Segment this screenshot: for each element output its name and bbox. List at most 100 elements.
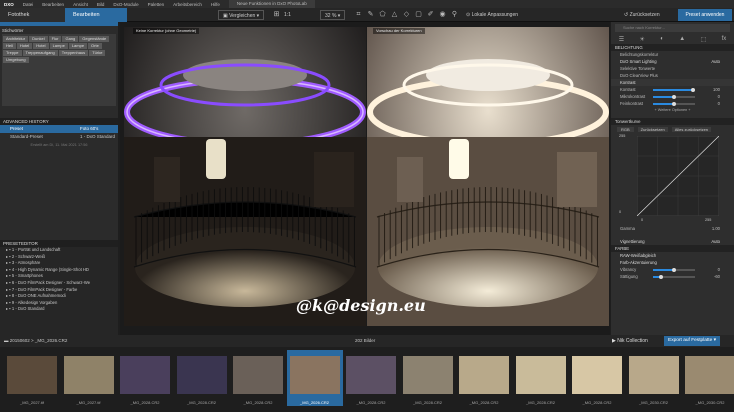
- filmstrip-thumb[interactable]: _MG_2027.tif: [4, 350, 60, 406]
- filmstrip-thumb[interactable]: _MG_2028.CR2: [343, 350, 399, 406]
- filmstrip-thumb[interactable]: _MG_2028.CR2: [174, 350, 230, 406]
- slider-row[interactable]: Feinkontrast 0: [611, 100, 734, 107]
- compare-button[interactable]: ▣ Vergleichen ▾: [218, 10, 265, 20]
- keyword-chip[interactable]: Treppenaufgang: [22, 50, 58, 56]
- picker-icon[interactable]: ✎: [366, 11, 375, 19]
- row-exposure[interactable]: Belichtungskorrektur: [611, 51, 734, 58]
- slider-knob[interactable]: [672, 94, 676, 99]
- row-contrast[interactable]: Kontrast: [611, 79, 734, 86]
- preset-tree-item[interactable]: ▸ ▪ 2 - Schwarz-Weiß: [0, 254, 118, 261]
- tab-detail-icon[interactable]: ▲: [679, 36, 685, 42]
- keyword-chip[interactable]: Treppenhaus: [58, 50, 89, 56]
- keyword-chip[interactable]: Orte: [88, 43, 102, 49]
- filmstrip-thumb[interactable]: _MG_2028.CR2: [117, 350, 173, 406]
- apply-preset-button[interactable]: Preset anwenden: [678, 9, 732, 21]
- slider-track[interactable]: [653, 87, 695, 92]
- slider-row[interactable]: Mikrokontrast 0: [611, 93, 734, 100]
- tone-curve-graph[interactable]: [637, 136, 719, 216]
- preset-tree-item[interactable]: ▸ ▪ 6 - DxO FilmPack Designer - Schwarz-…: [0, 280, 118, 287]
- repair-icon[interactable]: ✐: [426, 11, 435, 19]
- tab-edit[interactable]: Bearbeiten: [65, 8, 127, 22]
- redeye-icon[interactable]: ◉: [438, 11, 447, 19]
- search-corrections-input[interactable]: Suche nach Korrektur...: [615, 24, 730, 32]
- curve-reset-button[interactable]: Zurücksetzen: [637, 127, 668, 132]
- menu-modules[interactable]: DxO-Module: [113, 2, 138, 7]
- filmstrip-thumb[interactable]: _MG_2026.CR2: [286, 350, 343, 406]
- keyword-chip[interactable]: Umgebung: [3, 57, 29, 63]
- menu-edit[interactable]: Bearbeiten: [42, 2, 64, 7]
- crop-icon[interactable]: ⌗: [354, 11, 363, 19]
- slider-knob[interactable]: [672, 101, 676, 106]
- menu-view[interactable]: Ansicht: [73, 2, 88, 7]
- nik-collection-button[interactable]: ▶ Nik Collection: [612, 338, 648, 344]
- filmstrip-thumb[interactable]: _MG_2028.CR2: [513, 350, 569, 406]
- keyword-chip[interactable]: Lampe: [49, 43, 68, 49]
- preset-tree-item[interactable]: ▸ ▪ 3 - Atmosphäre: [0, 260, 118, 267]
- perspective-icon[interactable]: ⬠: [378, 11, 387, 19]
- curve-reset-all-button[interactable]: Alles zurücksetzen: [671, 127, 712, 132]
- local-adjustments-button[interactable]: ⊙ Lokale Anpassungen: [462, 10, 522, 20]
- keyword-chip[interactable]: Lampe: [68, 43, 88, 49]
- row-smart-lighting[interactable]: DxO Smart Lighting Auto: [611, 58, 734, 65]
- history-row-preset[interactable]: Preset Foto 60's: [0, 125, 118, 133]
- row-selective-tones[interactable]: Selektive Tonwerte: [611, 65, 734, 72]
- row-raw-white-balance[interactable]: RAW-Weißabgleich: [611, 252, 734, 259]
- row-clearview[interactable]: DxO ClearView Plus: [611, 72, 734, 79]
- keyword-chip[interactable]: Treppe: [3, 50, 22, 56]
- menu-workspace[interactable]: Arbeitsbereich: [173, 2, 202, 7]
- filmstrip-thumb[interactable]: _MG_2028.CR2: [230, 350, 286, 406]
- slider-row[interactable]: Kontrast 100: [611, 86, 734, 93]
- slider-knob[interactable]: [672, 267, 676, 272]
- slider-knob[interactable]: [659, 274, 664, 279]
- filmstrip-thumb[interactable]: _MG_2028.CR2: [400, 350, 456, 406]
- keyword-chip[interactable]: Dunkel: [29, 36, 48, 42]
- slider-row[interactable]: Sättigung -60: [611, 273, 734, 280]
- preset-tree-item[interactable]: ▸ ▪ 7 - DxO FilmPack Designer - Farbe: [0, 287, 118, 294]
- keyword-chip[interactable]: Gang: [62, 36, 79, 42]
- section-tone-curve[interactable]: Tonwertkurve: [611, 118, 734, 125]
- keyword-chip[interactable]: Hotel: [33, 43, 49, 49]
- menu-help[interactable]: Hilfe: [211, 2, 220, 7]
- filmstrip-thumb[interactable]: _MG_2027.tif: [61, 350, 117, 406]
- folder-path[interactable]: ▬ 20150602 > _MG_2026.CR2: [4, 338, 67, 343]
- menu-palettes[interactable]: Paletten: [148, 2, 165, 7]
- distortion-icon[interactable]: ▢: [414, 11, 423, 19]
- pin-icon[interactable]: ⚲: [450, 11, 459, 19]
- keyword-chip[interactable]: Hell: [3, 43, 16, 49]
- slider-track[interactable]: [653, 94, 695, 99]
- straighten-icon[interactable]: △: [390, 11, 399, 19]
- history-row-standard[interactable]: Standard-Preset 1 - DxO Standard: [0, 133, 118, 141]
- preset-tree-item[interactable]: ▸ ▪ 1 - Porträt und Landschaft: [0, 247, 118, 254]
- filmstrip-thumb[interactable]: _MG_2030.CR2: [682, 350, 734, 406]
- section-lighting[interactable]: BELICHTUNG: [611, 44, 734, 51]
- slider-track[interactable]: [653, 274, 695, 279]
- preset-tree-item[interactable]: ▸ ▪ 1 - DxO Standard: [0, 306, 118, 313]
- preset-tree-item[interactable]: ▸ ▪ 5 - Smartphones: [0, 273, 118, 280]
- tab-effects-icon[interactable]: fx: [722, 36, 727, 42]
- gamma-row[interactable]: Gamma 1.00: [611, 225, 734, 232]
- tab-geometry-icon[interactable]: ⬚: [701, 36, 707, 43]
- keyword-chip[interactable]: Gegenstände: [79, 36, 110, 42]
- keyword-chip[interactable]: Architektur: [3, 36, 29, 42]
- horizon-icon[interactable]: ◇: [402, 11, 411, 19]
- filmstrip-thumb[interactable]: _MG_2028.CR2: [569, 350, 625, 406]
- more-options-button[interactable]: + Weitere Optionen +: [611, 107, 734, 114]
- slider-knob[interactable]: [690, 87, 695, 92]
- export-button[interactable]: Export auf Festplatte ▾: [664, 336, 721, 346]
- menu-image[interactable]: Bild: [97, 2, 105, 7]
- preset-tree-item[interactable]: ▸ ▪ 8 - DxO ONE Aufnahmemodi: [0, 293, 118, 300]
- preset-tree-item[interactable]: ▸ ▪ 4 - High Dynamic Range (Single-Shot …: [0, 267, 118, 274]
- tab-color-icon[interactable]: ◐: [660, 36, 664, 42]
- row-color-accent[interactable]: Farb-Akzentuierung: [611, 259, 734, 266]
- slider-track[interactable]: [653, 101, 695, 106]
- keyword-chip[interactable]: Türke: [89, 50, 106, 56]
- filmstrip-thumb[interactable]: _MG_2030.CR2: [626, 350, 682, 406]
- preset-tree-item[interactable]: ▸ ▪ 9 - Alkedesign Vorgaben: [0, 300, 118, 307]
- slider-row[interactable]: Vibrancy 0: [611, 266, 734, 273]
- reset-button[interactable]: ↺ Zurücksetzen: [620, 10, 664, 20]
- tab-all-icon[interactable]: ☰: [619, 36, 624, 43]
- keyword-chip[interactable]: Hotel: [16, 43, 33, 49]
- curve-channel-select[interactable]: RGB: [617, 127, 634, 132]
- zoom-select[interactable]: 32 % ▾: [320, 10, 346, 20]
- ratio-button[interactable]: 1:1: [280, 10, 295, 20]
